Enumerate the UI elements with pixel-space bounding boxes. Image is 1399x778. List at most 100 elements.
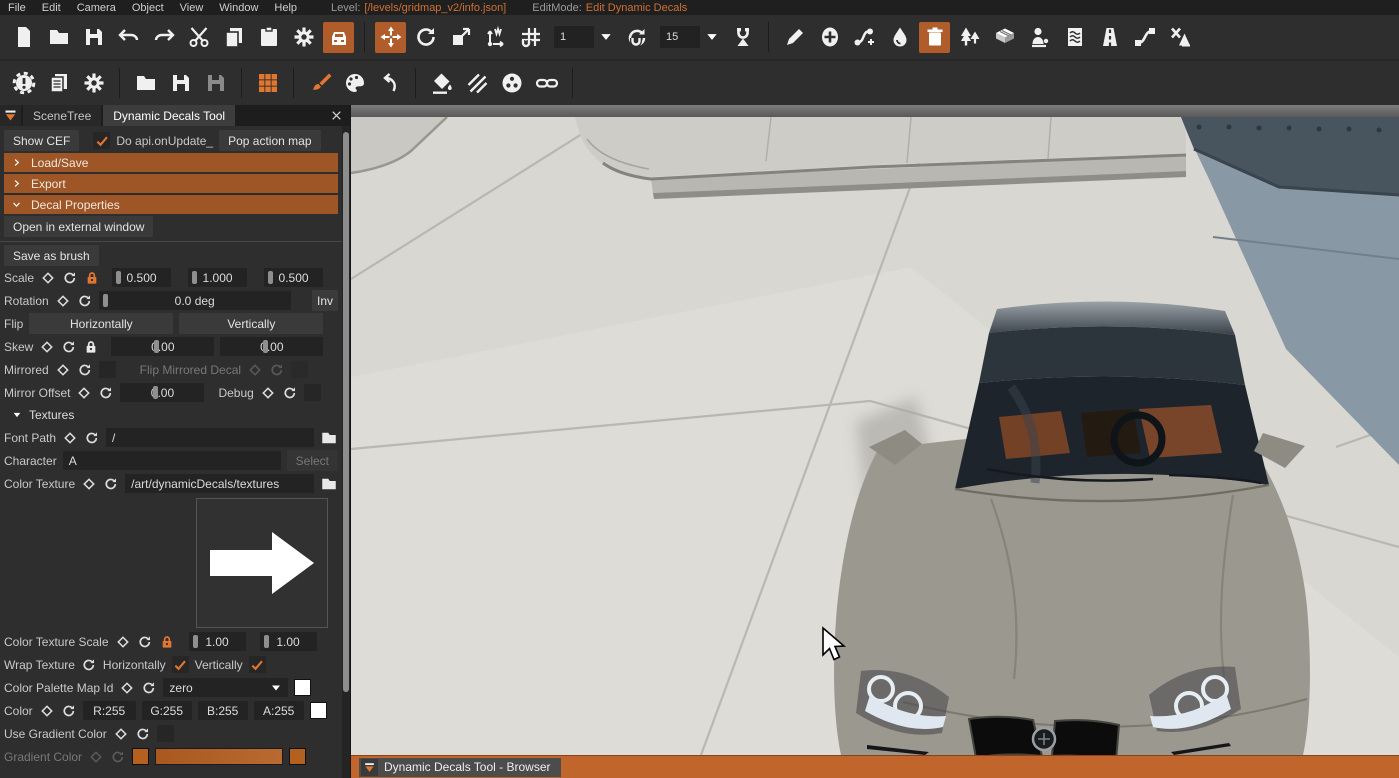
palette-button[interactable] <box>339 68 370 99</box>
color-wheel-button[interactable] <box>496 68 527 99</box>
keyframe-diamond-icon[interactable] <box>119 680 135 696</box>
reset-icon[interactable] <box>84 430 100 446</box>
color-g-field[interactable]: G:255 <box>142 701 192 720</box>
keyframe-diamond-icon[interactable] <box>260 385 276 401</box>
wrap-vertically-checkbox[interactable] <box>249 656 266 673</box>
panel-close-button[interactable] <box>328 107 344 123</box>
drag-handle[interactable] <box>154 340 159 353</box>
terrain-heightmap-button[interactable] <box>1059 22 1090 53</box>
mirrored-checkbox[interactable] <box>99 361 116 378</box>
color-texture-scale-y-field[interactable]: 1.00 <box>260 632 317 651</box>
link-button[interactable] <box>531 68 562 99</box>
menu-window[interactable]: Window <box>211 0 266 15</box>
vehicle-tool-button[interactable] <box>323 22 354 53</box>
debug-checkbox[interactable] <box>304 384 321 401</box>
menu-view[interactable]: View <box>172 0 212 15</box>
keyframe-diamond-icon[interactable] <box>115 634 131 650</box>
scale-tool-button[interactable] <box>445 22 476 53</box>
keyframe-diamond-icon[interactable] <box>76 385 92 401</box>
brush-grid-button[interactable] <box>252 68 283 99</box>
section-decal-properties[interactable]: Decal Properties <box>4 195 338 214</box>
reset-icon[interactable] <box>61 703 77 719</box>
color-texture-input[interactable]: /art/dynamicDecals/textures <box>125 474 314 493</box>
save2-button[interactable] <box>165 68 196 99</box>
mirror-offset-field[interactable]: 0.00 <box>120 383 204 402</box>
color-r-field[interactable]: R:255 <box>83 701 136 720</box>
road-tool-button[interactable] <box>1094 22 1125 53</box>
reset-icon[interactable] <box>98 385 114 401</box>
drag-handle[interactable] <box>116 271 121 284</box>
settings-button[interactable] <box>288 22 319 53</box>
delete-decal-button[interactable] <box>919 22 950 53</box>
scale-x-field[interactable]: 0.500 <box>112 268 171 287</box>
keyframe-diamond-icon[interactable] <box>81 476 97 492</box>
keyframe-diamond-icon[interactable] <box>62 430 78 446</box>
skew-y-field[interactable]: 0.00 <box>220 337 323 356</box>
keyframe-diamond-icon[interactable] <box>39 339 55 355</box>
reset-icon[interactable] <box>103 476 119 492</box>
reset-icon[interactable] <box>77 362 93 378</box>
color-texture-scale-x-field[interactable]: 1.00 <box>189 632 246 651</box>
browse-folder-icon[interactable] <box>320 475 338 493</box>
reset-icon[interactable] <box>141 680 157 696</box>
angle-snap-input[interactable]: 15 <box>660 26 700 48</box>
rotate-snap-button[interactable] <box>621 22 652 53</box>
drag-handle[interactable] <box>263 340 268 353</box>
keyframe-diamond-icon[interactable] <box>40 270 56 286</box>
scale-z-field[interactable]: 0.500 <box>264 268 323 287</box>
drag-handle[interactable] <box>268 271 273 284</box>
menu-help[interactable]: Help <box>266 0 305 15</box>
tab-dynamic-decals-tool[interactable]: Dynamic Decals Tool <box>103 105 235 126</box>
keyframe-diamond-icon[interactable] <box>113 726 129 742</box>
viewport[interactable] <box>351 105 1399 778</box>
color-palette-dropdown[interactable]: zero <box>163 678 288 697</box>
scrollbar-thumb[interactable] <box>343 132 349 692</box>
undo-button[interactable] <box>113 22 144 53</box>
redo-button[interactable] <box>148 22 179 53</box>
duplicate-button[interactable] <box>43 68 74 99</box>
font-path-input[interactable]: / <box>106 428 314 447</box>
grid-size-input[interactable]: 1 <box>554 26 594 48</box>
panel-scrollbar[interactable] <box>342 126 350 778</box>
drag-handle[interactable] <box>153 386 158 399</box>
reset-icon[interactable] <box>81 657 97 673</box>
dropdown-arrow-icon[interactable] <box>599 30 613 44</box>
skew-x-field[interactable]: 0.00 <box>111 337 214 356</box>
add-decal-button[interactable] <box>814 22 845 53</box>
flip-horizontally-button[interactable]: Horizontally <box>29 313 173 334</box>
show-cef-button[interactable]: Show CEF <box>4 130 79 151</box>
on-update-checkbox[interactable] <box>93 132 110 149</box>
paste-button[interactable] <box>253 22 284 53</box>
copy-button[interactable] <box>218 22 249 53</box>
save-button[interactable] <box>78 22 109 53</box>
open-external-window-button[interactable]: Open in external window <box>4 216 153 237</box>
forest-brush-button[interactable] <box>1164 22 1195 53</box>
terrain-block-button[interactable] <box>989 22 1020 53</box>
lock-icon[interactable] <box>159 634 175 650</box>
color-a-field[interactable]: A:255 <box>254 701 304 720</box>
open-folder-button[interactable] <box>43 22 74 53</box>
section-load-save[interactable]: Load/Save <box>4 153 338 172</box>
section-export[interactable]: Export <box>4 174 338 193</box>
menu-file[interactable]: File <box>0 0 34 15</box>
rotation-slider[interactable]: 0.0 deg <box>99 291 291 310</box>
viewport-scene[interactable] <box>351 117 1399 755</box>
droplet-tool-button[interactable] <box>884 22 915 53</box>
dropdown-arrow-icon[interactable] <box>705 30 719 44</box>
keyframe-diamond-icon[interactable] <box>55 293 71 309</box>
menu-edit[interactable]: Edit <box>34 0 69 15</box>
scale-y-field[interactable]: 1.000 <box>188 268 247 287</box>
menu-camera[interactable]: Camera <box>69 0 124 15</box>
cut-button[interactable] <box>183 22 214 53</box>
drag-handle[interactable] <box>264 635 269 648</box>
reset-icon[interactable] <box>62 270 78 286</box>
mesh-road-button[interactable] <box>1129 22 1160 53</box>
reset-icon[interactable] <box>137 634 153 650</box>
lock-icon[interactable] <box>84 270 100 286</box>
drag-handle[interactable] <box>192 271 197 284</box>
save-as-brush-button[interactable]: Save as brush <box>4 245 99 266</box>
reset-icon[interactable] <box>77 293 93 309</box>
lock-icon[interactable] <box>83 339 99 355</box>
rotation-invert-button[interactable]: Inv <box>312 290 338 311</box>
snap-grid-button[interactable] <box>515 22 546 53</box>
